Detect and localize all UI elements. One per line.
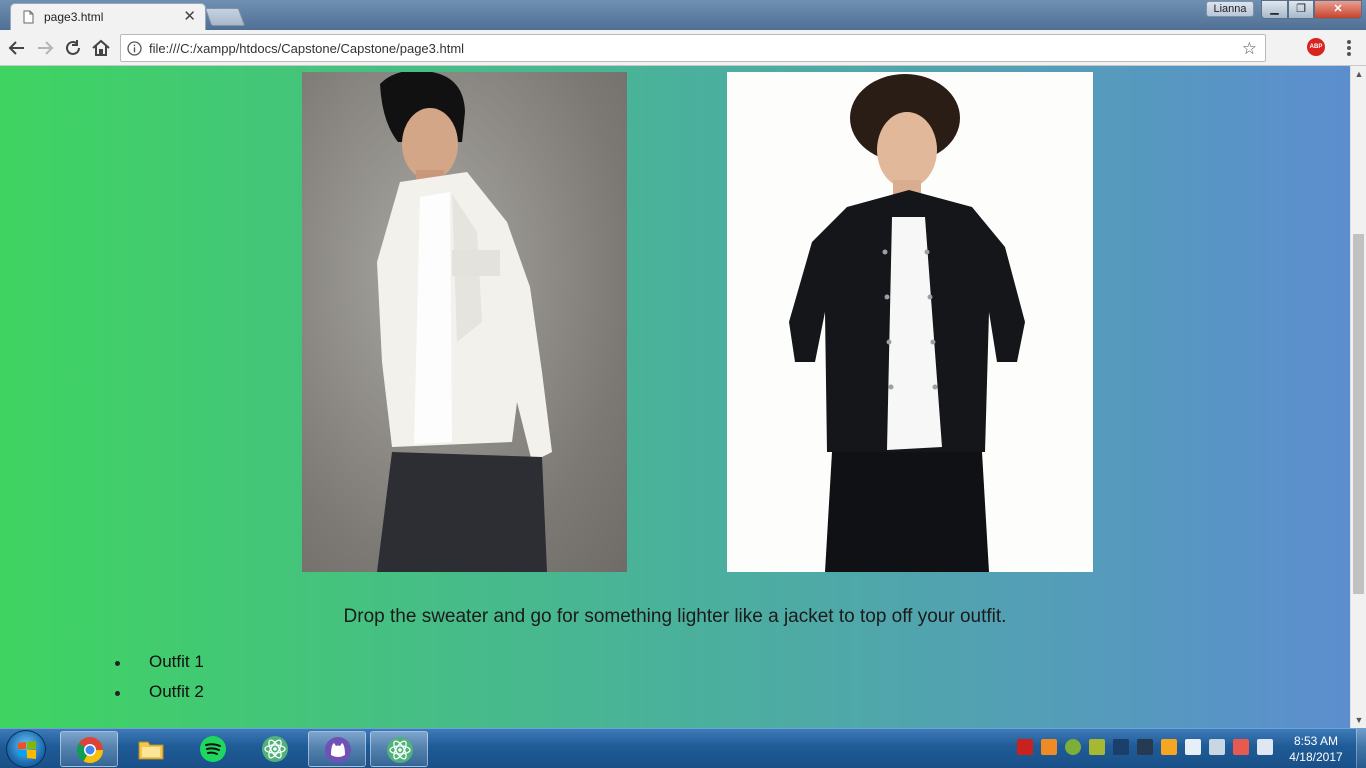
key-tray-icon[interactable] xyxy=(1089,739,1105,755)
app-tray-icon[interactable] xyxy=(1065,739,1081,755)
action-center-icon[interactable] xyxy=(1233,739,1249,755)
address-bar[interactable]: file:///C:/xampp/htdocs/Capstone/Capston… xyxy=(120,34,1266,62)
scroll-up-arrow-icon[interactable]: ▲ xyxy=(1351,66,1366,82)
window-titlebar: page3.html ✕ Lianna ▁ ❐ ✕ xyxy=(0,0,1366,30)
back-arrow-icon[interactable] xyxy=(6,37,28,59)
network-tray-icon[interactable] xyxy=(1137,739,1153,755)
close-window-button[interactable]: ✕ xyxy=(1314,0,1362,19)
spotify-icon xyxy=(200,736,226,762)
scroll-thumb[interactable] xyxy=(1353,234,1364,594)
windows-taskbar: 8:53 AM 4/18/2017 xyxy=(0,728,1366,768)
forward-arrow-icon[interactable] xyxy=(34,37,56,59)
white-denim-jacket-image xyxy=(377,72,552,572)
home-icon[interactable] xyxy=(90,37,112,59)
file-explorer-icon xyxy=(138,741,164,760)
tab-page3[interactable]: page3.html ✕ xyxy=(10,3,206,30)
browser-menu-icon[interactable] xyxy=(1342,38,1356,58)
adblock-plus-icon[interactable]: ABP xyxy=(1307,38,1325,56)
acrobat-tray-icon[interactable] xyxy=(1017,739,1033,755)
minimize-button[interactable]: ▁ xyxy=(1261,0,1288,19)
taskbar-file-explorer[interactable] xyxy=(122,731,180,767)
show-desktop-button[interactable] xyxy=(1356,729,1366,768)
taskbar-github-desktop[interactable] xyxy=(308,731,366,767)
document-icon xyxy=(23,10,34,24)
maximize-button[interactable]: ❐ xyxy=(1288,0,1314,19)
bookmark-star-icon[interactable]: ☆ xyxy=(1242,39,1257,59)
tab-title: page3.html xyxy=(44,10,104,24)
atom-icon xyxy=(387,737,413,763)
device-tray-icon[interactable] xyxy=(1185,739,1201,755)
page-viewport: Drop the sweater and go for something li… xyxy=(0,66,1350,728)
clock-time: 8:53 AM xyxy=(1293,734,1339,748)
outfit-2-link[interactable]: Outfit 2 xyxy=(115,680,204,710)
vertical-scrollbar[interactable]: ▲ ▼ xyxy=(1350,66,1366,728)
outfit-caption: Drop the sweater and go for something li… xyxy=(343,606,1007,627)
taskbar-atom[interactable] xyxy=(246,731,304,767)
profile-button[interactable]: Lianna xyxy=(1206,1,1254,17)
volume-muted-icon[interactable] xyxy=(1209,739,1225,755)
sublime-tray-icon[interactable] xyxy=(1041,739,1057,755)
taskbar-clock[interactable]: 8:53 AM 4/18/2017 xyxy=(1280,733,1352,765)
notification-tray-icon[interactable] xyxy=(1161,739,1177,755)
scroll-down-arrow-icon[interactable]: ▼ xyxy=(1351,712,1366,728)
clock-date: 4/18/2017 xyxy=(1289,750,1343,764)
windows-logo-icon xyxy=(18,741,36,759)
chrome-icon xyxy=(76,737,104,764)
outfit-1-photo xyxy=(302,72,627,572)
github-desktop-icon xyxy=(325,737,351,763)
black-bomber-jacket-image xyxy=(789,74,1025,572)
taskbar-atom-2[interactable] xyxy=(370,731,428,767)
outfit-2-photo xyxy=(727,72,1093,572)
url-text[interactable]: file:///C:/xampp/htdocs/Capstone/Capston… xyxy=(149,41,464,56)
taskbar-spotify[interactable] xyxy=(184,731,242,767)
browser-toolbar: file:///C:/xampp/htdocs/Capstone/Capston… xyxy=(0,30,1366,66)
tab-close-icon[interactable]: ✕ xyxy=(183,7,196,25)
info-icon[interactable] xyxy=(127,41,142,56)
start-button[interactable] xyxy=(6,730,46,768)
taskbar-chrome[interactable] xyxy=(60,731,118,767)
outfit-1-link[interactable]: Outfit 1 xyxy=(115,650,204,680)
new-tab-button[interactable] xyxy=(204,8,246,26)
atom-icon xyxy=(262,736,288,762)
wifi-signal-icon[interactable] xyxy=(1257,739,1273,755)
reload-icon[interactable] xyxy=(62,37,84,59)
bluetooth-icon[interactable] xyxy=(1113,739,1129,755)
outfit-link-list: Outfit 1 Outfit 2 xyxy=(115,650,204,710)
